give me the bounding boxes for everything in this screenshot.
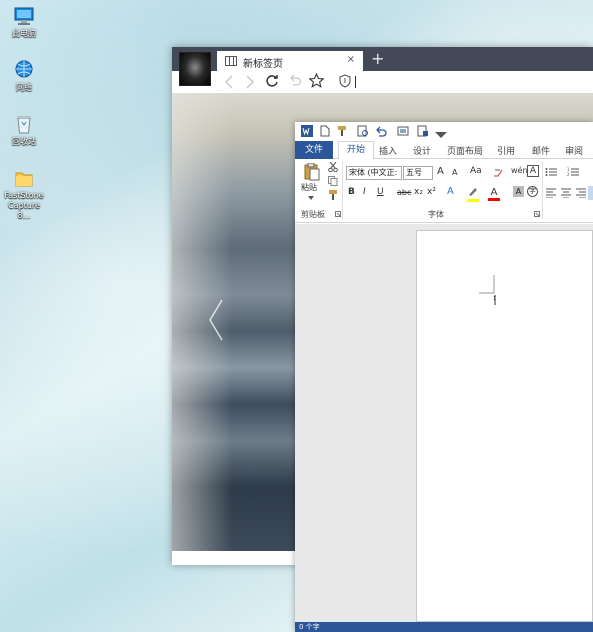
- paste-button[interactable]: 粘贴: [301, 163, 323, 201]
- clipboard-group-label: 剪贴板: [301, 210, 325, 219]
- computer-icon: [13, 6, 35, 26]
- underline-button[interactable]: U: [377, 187, 384, 197]
- recycle-bin-icon: [13, 114, 35, 134]
- cut-icon[interactable]: [328, 162, 338, 172]
- font-group-label: 字体: [428, 210, 444, 219]
- bold-button[interactable]: B: [348, 187, 355, 197]
- shield-icon[interactable]: [339, 74, 351, 88]
- character-shading-button[interactable]: A: [513, 186, 524, 197]
- format-painter-icon[interactable]: [328, 190, 338, 200]
- desktop-icon-faststone[interactable]: FastStone Capture 8...: [2, 168, 46, 221]
- ribbon-home: 粘贴 剪贴板 宋体 (中文正: 五号 A A Aa wén A B I U ab…: [295, 159, 593, 223]
- tab-review[interactable]: 审阅: [565, 144, 583, 157]
- document-area: [295, 224, 593, 622]
- strikethrough-button[interactable]: abc: [397, 188, 411, 197]
- word-window: 文件 开始 插入 设计 页面布局 引用 邮件 审阅 粘贴 剪贴板 宋体 (中文正…: [295, 122, 593, 632]
- format-painter-icon[interactable]: [337, 125, 349, 137]
- folder-icon: [13, 168, 35, 188]
- previous-arrow-icon[interactable]: [208, 298, 224, 342]
- undo-icon[interactable]: [288, 74, 302, 88]
- superscript-button[interactable]: x²: [427, 187, 436, 197]
- grow-font-button[interactable]: A: [437, 166, 444, 177]
- shrink-font-button[interactable]: A: [452, 168, 457, 177]
- customize-toolbar-icon[interactable]: [435, 128, 447, 140]
- highlight-color-swatch: [467, 199, 479, 202]
- font-color-button[interactable]: A: [488, 185, 500, 201]
- tab-insert[interactable]: 插入: [379, 144, 397, 157]
- enclose-characters-button[interactable]: 字: [527, 186, 538, 197]
- tab-mailings[interactable]: 邮件: [532, 144, 550, 157]
- status-bar: 0 个字: [295, 622, 593, 632]
- back-icon[interactable]: [224, 75, 234, 89]
- tab-design[interactable]: 设计: [413, 144, 431, 157]
- print-preview-icon[interactable]: [357, 125, 369, 137]
- highlighter-icon: [469, 188, 477, 196]
- align-left-icon[interactable]: [546, 188, 556, 198]
- tab-close-button[interactable]: ×: [347, 54, 355, 65]
- font-size-value: 五号: [406, 168, 422, 177]
- desktop-icon-label: FastStone Capture 8...: [4, 191, 44, 220]
- character-border-button[interactable]: A: [527, 165, 539, 177]
- user-avatar[interactable]: [179, 52, 211, 86]
- desktop-icon-label: 回收站: [12, 137, 36, 146]
- screenshot-icon[interactable]: [397, 125, 409, 137]
- tab-file[interactable]: 文件: [295, 141, 333, 159]
- subscript-button[interactable]: x₂: [414, 187, 423, 197]
- italic-button[interactable]: I: [363, 187, 366, 197]
- group-divider: [342, 161, 343, 219]
- paste-label: 粘贴: [301, 183, 317, 192]
- word-logo-icon: [301, 125, 313, 137]
- clipboard-launcher-icon[interactable]: [335, 211, 341, 217]
- change-case-button[interactable]: Aa: [470, 166, 482, 176]
- star-icon[interactable]: [309, 73, 324, 88]
- word-count[interactable]: 0 个字: [299, 622, 320, 632]
- tab-page-icon: [225, 56, 237, 66]
- font-name-combo[interactable]: 宋体 (中文正:: [346, 166, 402, 180]
- desktop-icon-recycle-bin[interactable]: 回收站: [2, 114, 46, 147]
- justify-button[interactable]: [588, 186, 593, 200]
- tab-references[interactable]: 引用: [497, 144, 515, 157]
- phonetic-guide-button[interactable]: wén: [511, 166, 528, 175]
- text-cursor-marker: [479, 275, 496, 305]
- touch-mode-icon[interactable]: [417, 125, 429, 137]
- browser-tab[interactable]: 新标签页 ×: [217, 51, 363, 71]
- copy-icon[interactable]: [328, 176, 338, 186]
- font-size-combo[interactable]: 五号: [403, 166, 433, 180]
- document-page[interactable]: [416, 230, 593, 622]
- font-launcher-icon[interactable]: [534, 211, 540, 217]
- quick-access-toolbar: [295, 122, 593, 141]
- new-document-icon[interactable]: [319, 125, 331, 137]
- desktop-icon-this-pc[interactable]: 此电脑: [2, 6, 46, 39]
- highlight-button[interactable]: [467, 186, 479, 202]
- font-name-value: 宋体 (中文正:: [349, 168, 398, 177]
- text-effects-button[interactable]: A: [447, 186, 454, 197]
- paste-dropdown-icon: [308, 196, 314, 200]
- undo-icon[interactable]: [375, 125, 387, 137]
- forward-icon[interactable]: [245, 75, 255, 89]
- tab-title: 新标签页: [243, 59, 283, 70]
- group-divider: [542, 161, 543, 219]
- network-icon: [13, 60, 35, 80]
- address-cursor: [355, 76, 356, 88]
- tab-home[interactable]: 开始: [338, 141, 375, 160]
- font-color-swatch: [488, 198, 500, 201]
- font-color-letter: A: [490, 187, 498, 198]
- desktop-icon-label: 此电脑: [12, 29, 36, 38]
- browser-toolbar: [172, 71, 593, 93]
- desktop-icon-label: 网络: [16, 83, 32, 92]
- align-right-icon[interactable]: [576, 188, 586, 198]
- bullets-icon[interactable]: [545, 167, 557, 177]
- ribbon-tabs: 文件 开始 插入 设计 页面布局 引用 邮件 审阅: [295, 141, 593, 160]
- desktop-icon-network[interactable]: 网络: [2, 60, 46, 93]
- align-center-icon[interactable]: [561, 188, 571, 198]
- paste-icon: [304, 163, 320, 181]
- tab-page-layout[interactable]: 页面布局: [447, 144, 483, 157]
- numbering-icon[interactable]: 12: [567, 167, 579, 177]
- clear-formatting-icon[interactable]: [493, 168, 503, 178]
- svg-text:2: 2: [567, 172, 570, 177]
- new-tab-button[interactable]: +: [371, 49, 384, 68]
- refresh-icon[interactable]: [265, 74, 279, 88]
